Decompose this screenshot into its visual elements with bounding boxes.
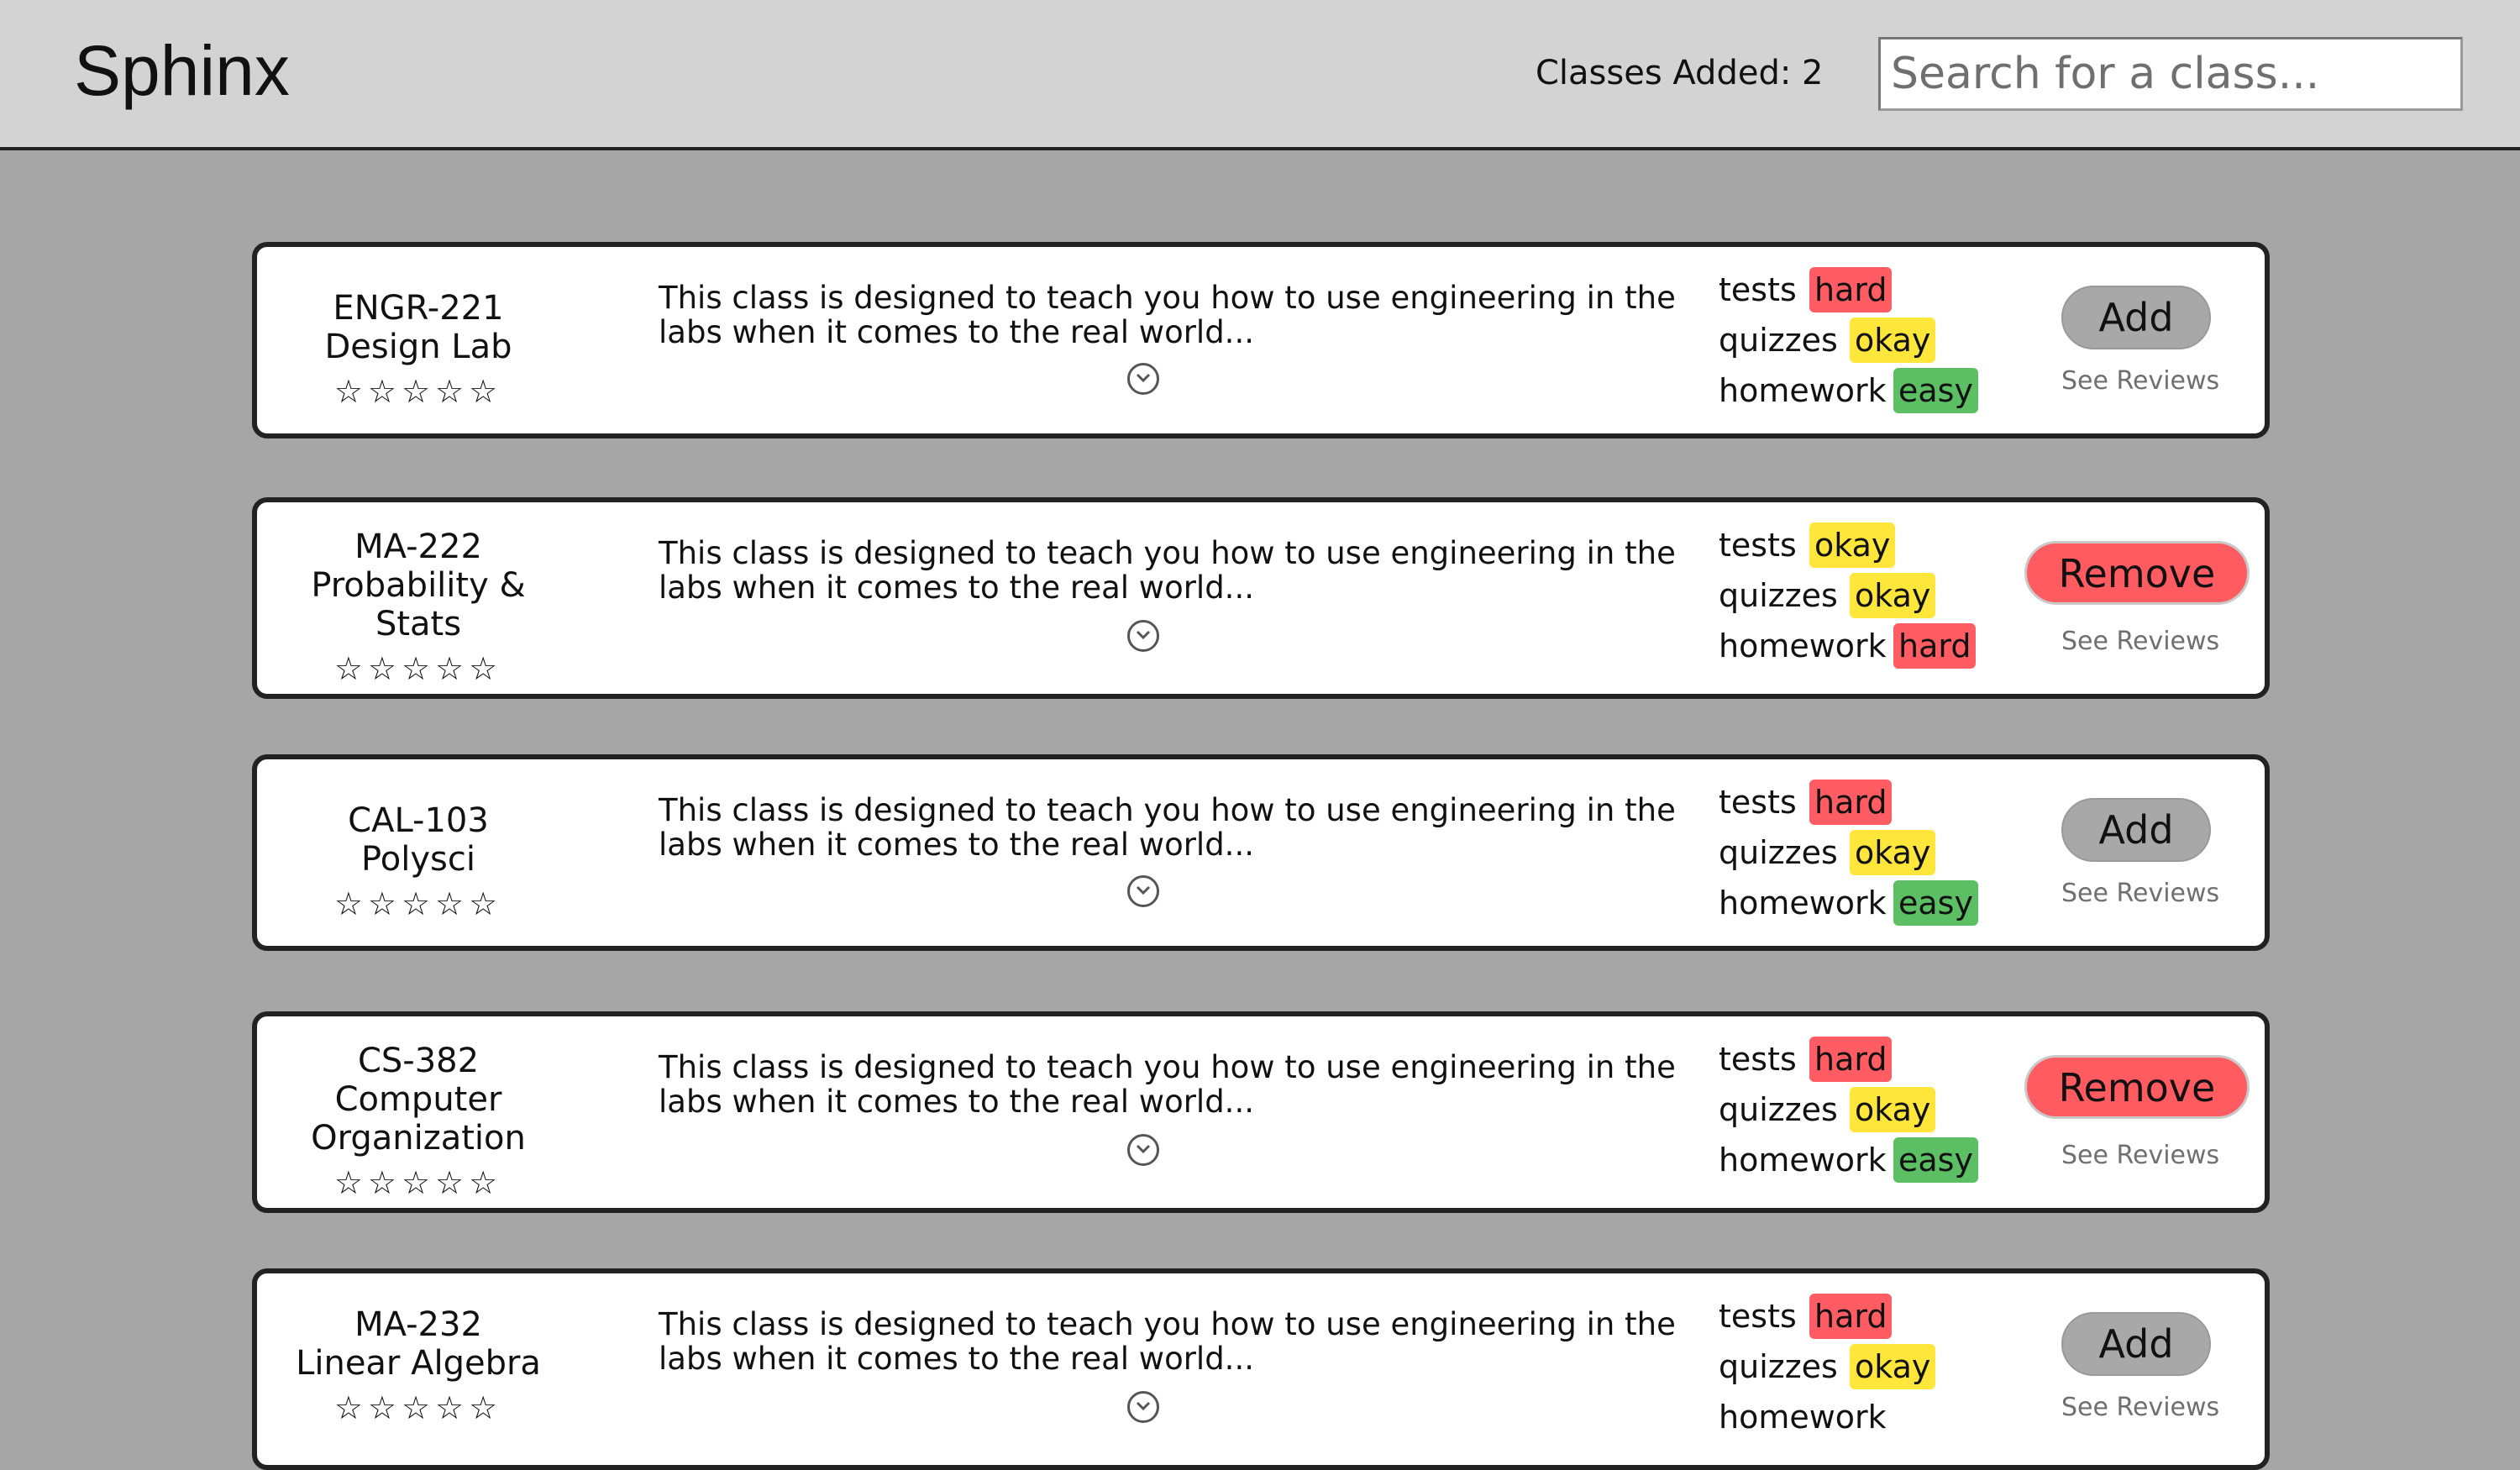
star-rating[interactable]: ☆☆☆☆☆: [257, 370, 580, 413]
quizzes-difficulty-badge: okay: [1850, 318, 1936, 363]
star-rating[interactable]: ☆☆☆☆☆: [257, 647, 580, 690]
see-reviews-link[interactable]: See Reviews: [2061, 1393, 2219, 1423]
chevron-down-icon[interactable]: [1127, 875, 1159, 907]
chevron-down-icon[interactable]: [1127, 1391, 1159, 1423]
remove-class-button[interactable]: Remove: [2024, 1055, 2250, 1119]
tests-label: tests: [1719, 1298, 1797, 1335]
course-code: CAL-103: [348, 801, 489, 840]
course-code: MA-232: [354, 1305, 482, 1344]
add-class-button[interactable]: Add: [2061, 798, 2211, 862]
search-input[interactable]: [1878, 37, 2463, 111]
tests-difficulty-badge: okay: [1809, 522, 1896, 568]
chevron-down-icon[interactable]: [1127, 620, 1159, 652]
course-name: Probability &: [311, 566, 526, 605]
course-name: Polysci: [361, 840, 475, 879]
logo: Sphinx: [74, 31, 290, 110]
quizzes-label: quizzes: [1719, 322, 1838, 359]
quizzes-difficulty-badge: okay: [1850, 1344, 1936, 1389]
course-code: CS-382: [357, 1042, 480, 1080]
tests-difficulty-badge: hard: [1809, 780, 1893, 825]
class-card: CS-382 Computer Organization ☆☆☆☆☆ This clas…: [252, 1011, 2270, 1213]
course-name: Design Lab: [324, 328, 512, 366]
homework-difficulty-badge: hard: [1893, 623, 1977, 669]
star-rating[interactable]: ☆☆☆☆☆: [257, 1161, 580, 1205]
class-description: This class is designed to teach you how …: [659, 792, 1676, 863]
tests-difficulty-badge: hard: [1809, 1294, 1893, 1339]
class-description: This class is designed to teach you how …: [659, 535, 1676, 606]
homework-label: homework: [1719, 1399, 1887, 1436]
tests-label: tests: [1719, 1041, 1797, 1078]
see-reviews-link[interactable]: See Reviews: [2061, 366, 2219, 396]
homework-difficulty-badge: easy: [1893, 368, 1978, 413]
see-reviews-link[interactable]: See Reviews: [2061, 627, 2219, 657]
class-description: This class is designed to teach you how …: [659, 280, 1676, 350]
course-name: Linear Algebra: [296, 1344, 541, 1383]
quizzes-label: quizzes: [1719, 1091, 1838, 1128]
homework-difficulty-badge: easy: [1893, 880, 1978, 926]
tests-difficulty-badge: hard: [1809, 1037, 1893, 1082]
remove-class-button[interactable]: Remove: [2024, 541, 2250, 605]
course-name: Organization: [311, 1119, 526, 1158]
course-info: MA-222 Probability & Stats ☆☆☆☆☆: [257, 528, 580, 690]
top-header: Sphinx Classes Added: 2: [0, 0, 2520, 150]
homework-label: homework: [1719, 372, 1887, 409]
add-class-button[interactable]: Add: [2061, 286, 2211, 349]
course-info: ENGR-221 Design Lab ☆☆☆☆☆: [257, 289, 580, 413]
course-name: Computer: [334, 1080, 502, 1119]
quizzes-difficulty-badge: okay: [1850, 1087, 1936, 1132]
course-name: Stats: [375, 605, 462, 643]
tests-difficulty-badge: hard: [1809, 267, 1893, 312]
see-reviews-link[interactable]: See Reviews: [2061, 879, 2219, 909]
class-card: MA-222 Probability & Stats ☆☆☆☆☆ This class …: [252, 497, 2270, 699]
homework-difficulty-badge: easy: [1893, 1137, 1978, 1183]
add-class-button[interactable]: Add: [2061, 1312, 2211, 1376]
star-rating[interactable]: ☆☆☆☆☆: [257, 1386, 580, 1430]
star-rating[interactable]: ☆☆☆☆☆: [257, 882, 580, 926]
homework-label: homework: [1719, 1142, 1887, 1179]
homework-label: homework: [1719, 885, 1887, 921]
classes-added-count: Classes Added: 2: [1536, 54, 1824, 92]
course-code: MA-222: [354, 528, 482, 566]
homework-label: homework: [1719, 627, 1887, 664]
class-card: ENGR-221 Design Lab ☆☆☆☆☆ This class is des…: [252, 242, 2270, 438]
chevron-down-icon[interactable]: [1127, 1134, 1159, 1166]
chevron-down-icon[interactable]: [1127, 363, 1159, 395]
quizzes-label: quizzes: [1719, 1348, 1838, 1385]
tests-label: tests: [1719, 784, 1797, 821]
course-code: ENGR-221: [333, 289, 504, 328]
course-info: MA-232 Linear Algebra ☆☆☆☆☆: [257, 1305, 580, 1430]
quizzes-difficulty-badge: okay: [1850, 830, 1936, 875]
class-description: This class is designed to teach you how …: [659, 1049, 1676, 1120]
course-info: CS-382 Computer Organization ☆☆☆☆☆: [257, 1042, 580, 1205]
quizzes-label: quizzes: [1719, 834, 1838, 871]
quizzes-label: quizzes: [1719, 577, 1838, 614]
class-card: MA-232 Linear Algebra ☆☆☆☆☆ This class is d…: [252, 1268, 2270, 1470]
tests-label: tests: [1719, 527, 1797, 564]
quizzes-difficulty-badge: okay: [1850, 573, 1936, 618]
tests-label: tests: [1719, 271, 1797, 308]
class-card: CAL-103 Polysci ☆☆☆☆☆ This class is designe…: [252, 754, 2270, 951]
course-info: CAL-103 Polysci ☆☆☆☆☆: [257, 801, 580, 926]
see-reviews-link[interactable]: See Reviews: [2061, 1141, 2219, 1171]
